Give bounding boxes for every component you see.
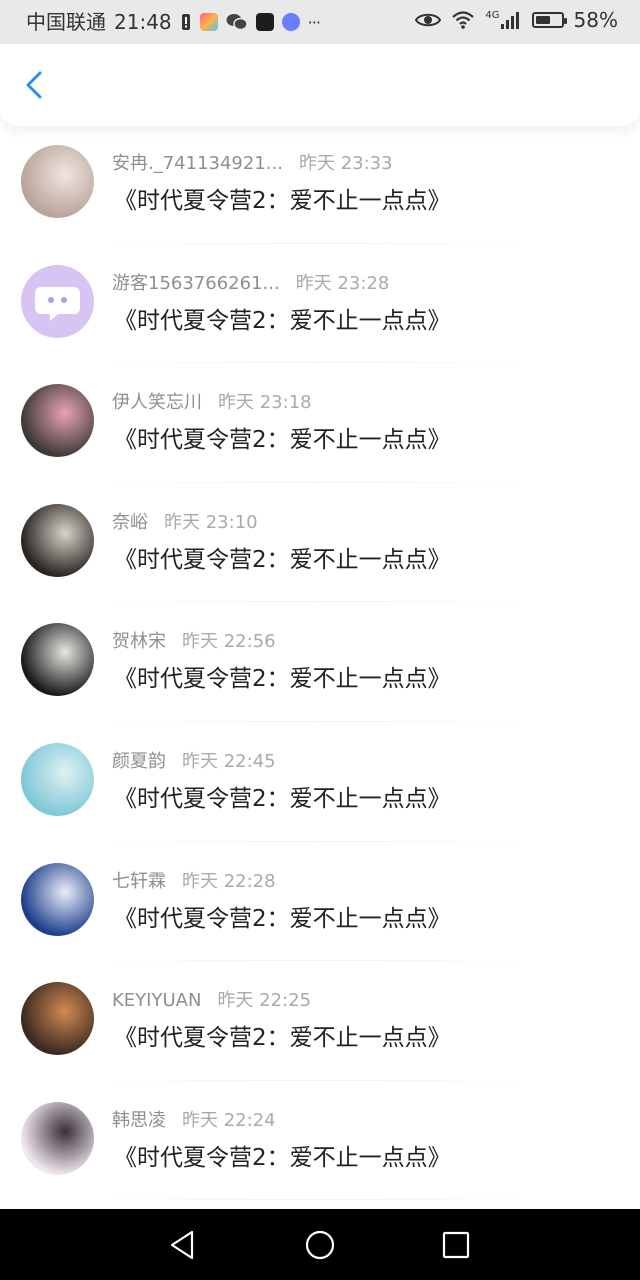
battery-icon: [531, 12, 567, 28]
nav-back-icon[interactable]: [168, 1229, 200, 1261]
nav-home-icon[interactable]: [304, 1229, 336, 1261]
wechat-icon: [226, 14, 248, 31]
clock: 21:48: [114, 10, 172, 34]
network-type: 4G: [485, 9, 500, 21]
system-nav-bar: [0, 1209, 640, 1280]
signal-icon: [500, 12, 519, 29]
timestamp: 昨天 22:24: [182, 1109, 276, 1131]
app-icon-1: [199, 13, 218, 31]
avatar[interactable]: [21, 145, 94, 218]
item-title[interactable]: 《时代夏令营2：爱不止一点点》: [114, 663, 451, 695]
user-name[interactable]: KEYIYUAN: [112, 988, 201, 1014]
wifi-icon: [452, 11, 475, 29]
status-bar: 中国联通 21:48 ··· 4G 58%: [0, 0, 640, 44]
item-title[interactable]: 《时代夏令营2：爱不止一点点》: [114, 424, 451, 456]
avatar[interactable]: [21, 623, 94, 697]
eye-icon: [415, 13, 442, 27]
item-meta: 贺林宋 昨天 22:56: [112, 629, 276, 655]
user-name[interactable]: 安冉._741134921...: [112, 151, 283, 177]
avatar[interactable]: [21, 384, 94, 458]
list-item[interactable]: 颜夏韵 昨天 22:45 《时代夏令营2：爱不止一点点》: [0, 722, 640, 842]
status-right: 4G 58%: [415, 8, 618, 32]
item-title[interactable]: 《时代夏令营2：爱不止一点点》: [114, 305, 451, 337]
item-meta: 奈峪 昨天 23:10: [112, 510, 258, 536]
more-dots-icon: ···: [307, 12, 321, 32]
user-name[interactable]: 伊人笑忘川: [112, 390, 202, 416]
timestamp: 昨天 23:28: [295, 272, 390, 294]
battery-fill: [535, 16, 550, 24]
list-item[interactable]: KEYIYUAN 昨天 22:25 《时代夏令营2：爱不止一点点》: [0, 961, 640, 1081]
item-title[interactable]: 《时代夏令营2：爱不止一点点》: [114, 783, 451, 815]
item-meta: 伊人笑忘川 昨天 23:18: [112, 390, 312, 416]
list-item[interactable]: 贺林宋 昨天 22:56 《时代夏令营2：爱不止一点点》: [0, 602, 640, 722]
timestamp: 昨天 23:33: [298, 153, 393, 174]
list-item[interactable]: 七轩霖 昨天 22:28 《时代夏令营2：爱不止一点点》: [0, 842, 640, 962]
user-name[interactable]: 颜夏韵: [112, 749, 166, 775]
avatar[interactable]: [21, 264, 94, 338]
chat-bubble-icon: [35, 286, 80, 321]
list-item[interactable]: 奈峪 昨天 23:10 《时代夏令营2：爱不止一点点》: [0, 483, 640, 603]
item-title[interactable]: 《时代夏令营2：爱不止一点点》: [114, 1142, 451, 1174]
item-meta: 颜夏韵 昨天 22:45: [112, 749, 276, 775]
user-name[interactable]: 贺林宋: [112, 629, 166, 655]
app-icon-3: [281, 13, 300, 31]
timestamp: 昨天 22:25: [217, 990, 312, 1012]
timestamp: 昨天 22:28: [182, 870, 276, 892]
list-item[interactable]: 韩思凌 昨天 22:24 《时代夏令营2：爱不止一点点》: [0, 1081, 640, 1201]
timestamp: 昨天 22:56: [182, 631, 276, 653]
timestamp: 昨天 23:10: [164, 511, 258, 533]
item-title[interactable]: 《时代夏令营2：爱不止一点点》: [114, 185, 451, 217]
timestamp: 昨天 22:45: [182, 750, 276, 772]
visitor-list: 安冉._741134921... 昨天 23:33 《时代夏令营2：爱不止一点点》游…: [0, 124, 640, 1201]
avatar[interactable]: [21, 742, 94, 816]
list-item[interactable]: 伊人笑忘川 昨天 23:18 《时代夏令营2：爱不止一点点》: [0, 363, 640, 483]
avatar[interactable]: [21, 862, 94, 936]
user-name[interactable]: 奈峪: [112, 510, 148, 536]
item-title[interactable]: 《时代夏令营2：爱不止一点点》: [114, 544, 451, 576]
item-meta: 七轩霖 昨天 22:28: [112, 869, 276, 895]
header-bar: [0, 44, 640, 126]
item-meta: 韩思凌 昨天 22:24: [112, 1108, 276, 1134]
item-meta: 游客1563766261... 昨天 23:28: [112, 271, 389, 297]
list-item[interactable]: 游客1563766261... 昨天 23:28 《时代夏令营2：爱不止一点点》: [0, 244, 640, 364]
item-title[interactable]: 《时代夏令营2：爱不止一点点》: [114, 903, 451, 935]
avatar[interactable]: [21, 1101, 94, 1175]
timestamp: 昨天 23:18: [218, 392, 312, 414]
item-meta: 安冉._741134921... 昨天 23:33: [112, 151, 393, 177]
battery-percent: 58%: [573, 8, 618, 32]
carrier-label: 中国联通: [26, 10, 106, 34]
status-left: 中国联通 21:48 ···: [26, 8, 321, 36]
app-icon-2: [255, 13, 274, 31]
divider: [90, 1199, 544, 1201]
user-name[interactable]: 七轩霖: [112, 869, 166, 895]
list-item[interactable]: 安冉._741134921... 昨天 23:33 《时代夏令营2：爱不止一点点》: [0, 124, 640, 244]
alert-icon: [181, 14, 190, 30]
item-meta: KEYIYUAN 昨天 22:25: [112, 988, 311, 1014]
user-name[interactable]: 游客1563766261...: [112, 271, 280, 297]
chevron-left-icon[interactable]: [20, 70, 50, 100]
user-name[interactable]: 韩思凌: [112, 1108, 166, 1134]
avatar[interactable]: [21, 503, 94, 577]
nav-recents-icon[interactable]: [440, 1229, 472, 1261]
avatar[interactable]: [21, 982, 94, 1056]
item-title[interactable]: 《时代夏令营2：爱不止一点点》: [114, 1022, 451, 1054]
